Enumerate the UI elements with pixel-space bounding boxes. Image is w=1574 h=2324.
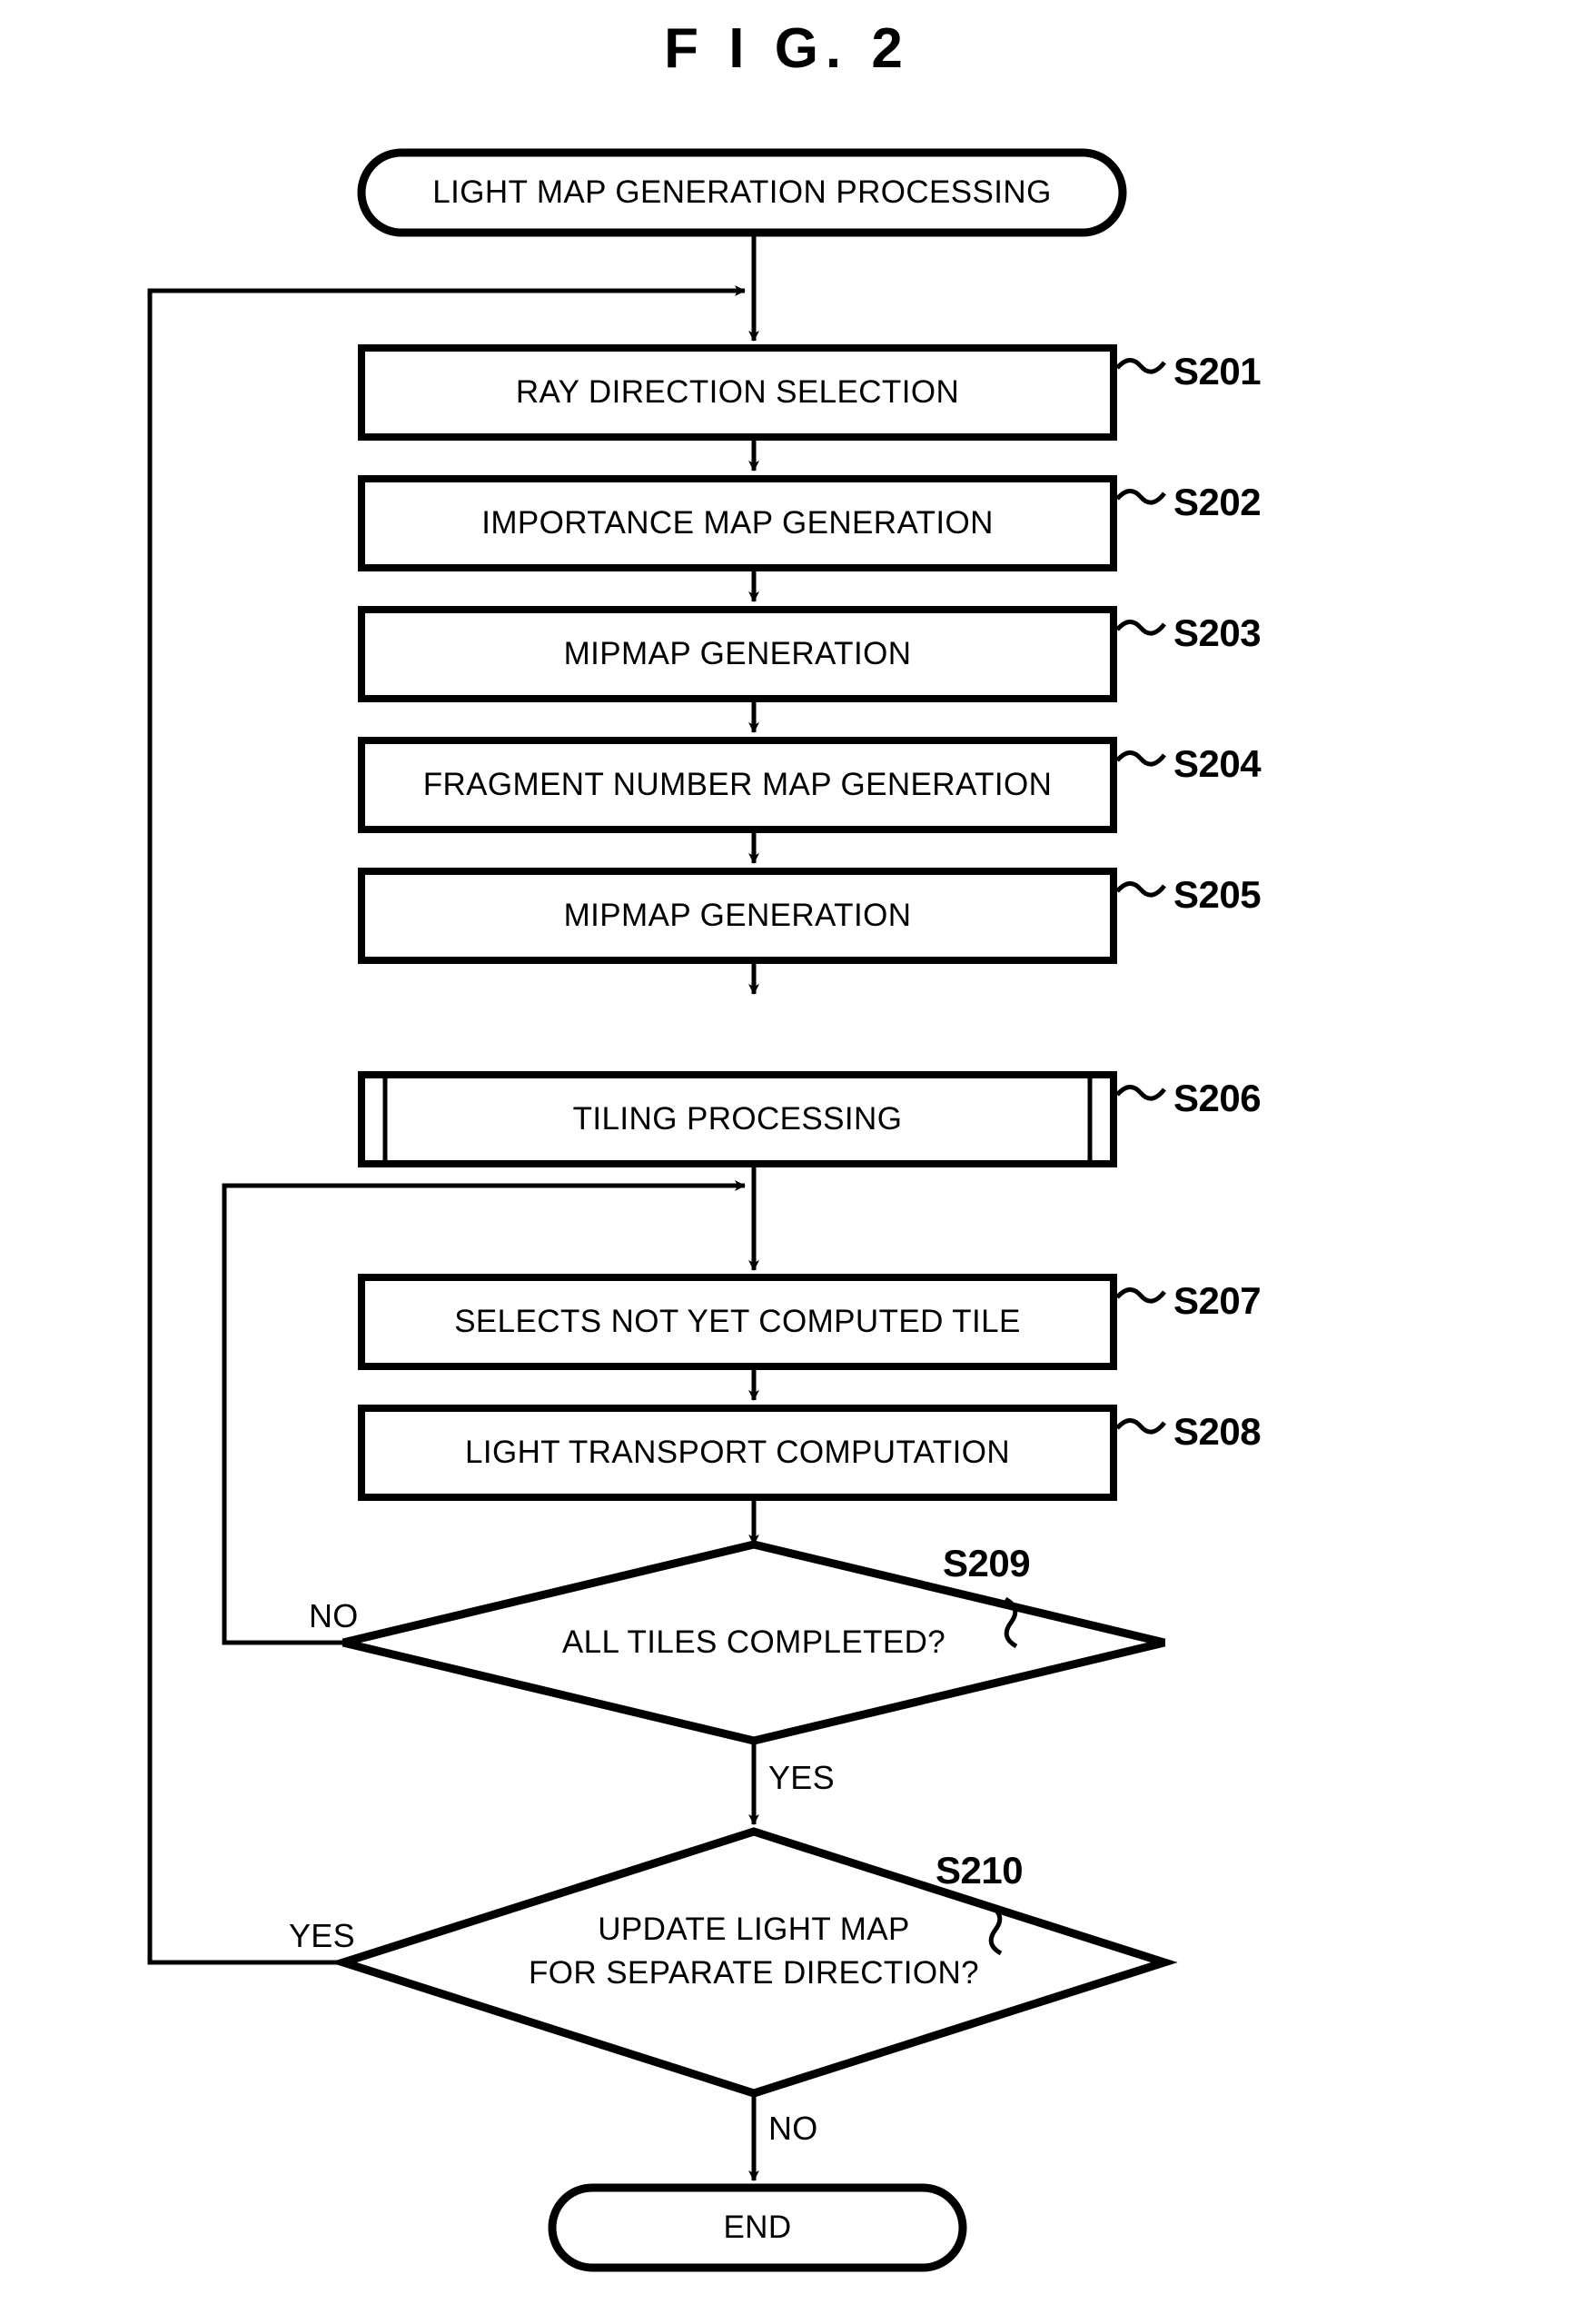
s201-shape	[358, 344, 1117, 441]
step-label-s205: S205	[1173, 873, 1262, 916]
flowchart-canvas	[147, 148, 1178, 2272]
step-label-s206: S206	[1173, 1077, 1262, 1119]
s206-shape	[358, 1071, 1117, 1167]
step-label-s203: S203	[1173, 611, 1262, 654]
edge-label-s210-yes: YES	[289, 1917, 355, 1954]
figure-page: F I G. 2 LIGHT MAP GENERATION PROCESSING…	[0, 0, 1574, 2324]
step-label-s207: S207	[1173, 1279, 1262, 1322]
s209-shape	[342, 1540, 1166, 1745]
s202-shape	[358, 475, 1117, 571]
end-node-shape	[548, 2183, 967, 2272]
edge-label-s209-yes: YES	[768, 1759, 835, 1796]
s210-shape	[330, 1827, 1178, 2098]
s208-shape	[358, 1405, 1117, 1501]
leader-s203	[1115, 620, 1166, 636]
edge-label-s210-no: NO	[768, 2110, 818, 2147]
leader-s204	[1115, 750, 1166, 767]
start-node-shape	[357, 148, 1127, 237]
s207-shape	[358, 1274, 1117, 1370]
leader-s201	[1115, 358, 1166, 374]
step-label-s209: S209	[943, 1542, 1031, 1584]
step-label-s204: S204	[1173, 742, 1262, 785]
s204-shape	[358, 737, 1117, 833]
leader-s205	[1115, 881, 1166, 898]
leader-s202	[1115, 489, 1166, 505]
s205-shape	[358, 868, 1117, 964]
step-label-s202: S202	[1173, 481, 1262, 523]
edge-label-s209-no: NO	[309, 1597, 359, 1634]
leader-s208	[1115, 1418, 1166, 1435]
s203-shape	[358, 606, 1117, 702]
leader-s207	[1115, 1287, 1166, 1304]
leader-s206	[1115, 1085, 1166, 1101]
step-label-s208: S208	[1173, 1410, 1262, 1453]
step-label-s201: S201	[1173, 350, 1262, 392]
step-label-s210: S210	[935, 1849, 1024, 1892]
